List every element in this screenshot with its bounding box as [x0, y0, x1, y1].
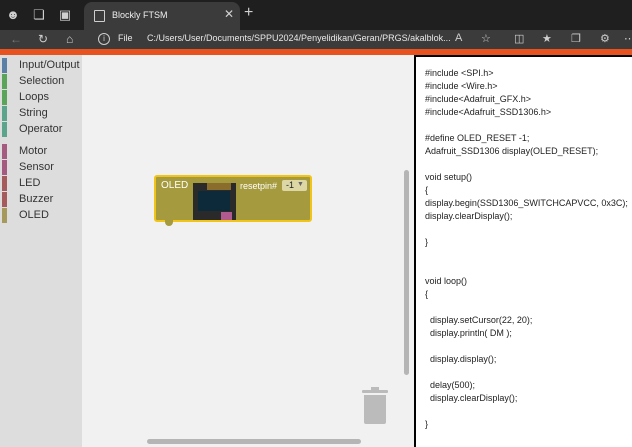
browser-tab-bar: ☻ ❏ ▣ Blockly FTSM ✕ + [0, 0, 632, 30]
blockly-toolbox: Input/Output Selection Loops String Oper… [0, 55, 82, 447]
category-label: Loops [19, 91, 49, 103]
code-line: void loop() [425, 276, 468, 286]
code-line: void setup() [425, 172, 473, 182]
url-text[interactable]: C:/Users/User/Documents/SPPU2024/Penyeli… [147, 33, 451, 43]
category-label: String [19, 107, 48, 119]
category-color-bar [2, 208, 7, 223]
resetpin-label: resetpin# [240, 181, 278, 191]
trash-icon[interactable] [362, 387, 388, 424]
category-input-output[interactable]: Input/Output [0, 58, 82, 73]
tab-blockly[interactable]: Blockly FTSM ✕ [84, 2, 240, 30]
block-label: OLED [161, 180, 189, 191]
tab-actions-icon[interactable]: ▣ [56, 6, 74, 24]
new-tab-button[interactable]: + [244, 4, 253, 22]
category-buzzer[interactable]: Buzzer [0, 192, 82, 207]
tab-title: Blockly FTSM [112, 10, 168, 20]
category-color-bar [2, 90, 7, 105]
info-icon[interactable]: i [98, 33, 110, 45]
category-sensor[interactable]: Sensor [0, 160, 82, 175]
category-color-bar [2, 106, 7, 121]
category-color-bar [2, 192, 7, 207]
blockly-workspace[interactable]: OLED resetpin# -1 ▼ [82, 55, 414, 447]
category-color-bar [2, 176, 7, 191]
more-icon[interactable]: ⋯ [624, 32, 632, 45]
generated-code: #include <SPI.h> #include <Wire.h> #incl… [425, 67, 628, 431]
chevron-down-icon: ▼ [297, 181, 304, 188]
category-selection[interactable]: Selection [0, 74, 82, 89]
category-led[interactable]: LED [0, 176, 82, 191]
pcb-header [207, 183, 231, 190]
trash-lid [362, 390, 388, 393]
category-label: Sensor [19, 161, 54, 173]
collections-icon[interactable]: ❐ [571, 32, 581, 45]
code-line: display.clearDisplay(); [425, 211, 513, 221]
category-label: Operator [19, 123, 63, 135]
category-label: Input/Output [19, 59, 80, 71]
url-scheme: File [118, 33, 133, 43]
category-color-bar [2, 144, 7, 159]
workspace-horizontal-scrollbar[interactable] [147, 439, 361, 444]
category-color-bar [2, 58, 7, 73]
code-line: #include<Adafruit_GFX.h> [425, 94, 532, 104]
page-icon [94, 10, 105, 22]
category-loops[interactable]: Loops [0, 90, 82, 105]
resetpin-dropdown[interactable]: -1 ▼ [282, 180, 307, 191]
code-line: display.display(); [425, 354, 497, 364]
code-line: #define OLED_RESET -1; [425, 133, 530, 143]
workspace-vertical-scrollbar[interactable] [404, 170, 409, 375]
back-icon[interactable]: ← [10, 32, 22, 47]
code-line: } [425, 237, 429, 247]
home-icon[interactable]: ⌂ [66, 32, 73, 47]
code-line: delay(500); [425, 380, 476, 390]
category-color-bar [2, 74, 7, 89]
read-aloud-icon[interactable]: A [455, 32, 462, 44]
close-tab-icon[interactable]: ✕ [224, 7, 234, 21]
trash-can [364, 395, 386, 424]
oled-block[interactable]: OLED resetpin# -1 ▼ [154, 175, 312, 226]
split-screen-icon[interactable]: ◫ [514, 32, 524, 45]
category-label: OLED [19, 209, 49, 221]
category-color-bar [2, 160, 7, 175]
favorites-icon[interactable]: ★ [542, 32, 552, 45]
block-next-connector [165, 220, 173, 226]
category-label: LED [19, 177, 41, 189]
workspaces-icon[interactable]: ❏ [30, 6, 48, 24]
oled-screen [198, 191, 230, 211]
profile-icon[interactable]: ☻ [4, 6, 22, 24]
code-line: { [425, 289, 429, 299]
code-line: display.begin(SSD1306_SWITCHCAPVCC, 0x3C… [425, 198, 628, 208]
category-color-bar [2, 122, 7, 137]
category-string[interactable]: String [0, 106, 82, 121]
code-line: display.setCursor(22, 20); [425, 315, 533, 325]
code-line: #include<Adafruit_SSD1306.h> [425, 107, 552, 117]
favorite-star-icon[interactable]: ☆ [481, 32, 491, 45]
category-label: Motor [19, 145, 48, 157]
address-field[interactable]: i File C:/Users/User/Documents/SPPU2024/… [92, 31, 492, 48]
category-oled[interactable]: OLED [0, 208, 82, 223]
code-line: display.clearDisplay(); [425, 393, 518, 403]
code-line: } [425, 419, 429, 429]
category-motor[interactable]: Motor [0, 144, 82, 159]
code-line: #include <Wire.h> [425, 81, 498, 91]
extension-icon[interactable]: ⚙ [600, 32, 610, 45]
pin-connector [221, 212, 232, 220]
refresh-icon[interactable]: ↻ [38, 32, 48, 47]
category-label: Buzzer [19, 193, 54, 205]
code-line: { [425, 185, 429, 195]
oled-module-image [193, 183, 236, 220]
generated-code-panel: #include <SPI.h> #include <Wire.h> #incl… [414, 55, 632, 447]
code-line: Adafruit_SSD1306 display(OLED_RESET); [425, 146, 599, 156]
code-line: #include <SPI.h> [425, 68, 494, 78]
address-toolbar: ← ↻ ⌂ i File C:/Users/User/Documents/SPP… [0, 30, 632, 49]
category-label: Selection [19, 75, 65, 87]
category-operator[interactable]: Operator [0, 122, 82, 137]
code-line: display.println( DM ); [425, 328, 512, 338]
resetpin-value: -1 [286, 180, 295, 190]
